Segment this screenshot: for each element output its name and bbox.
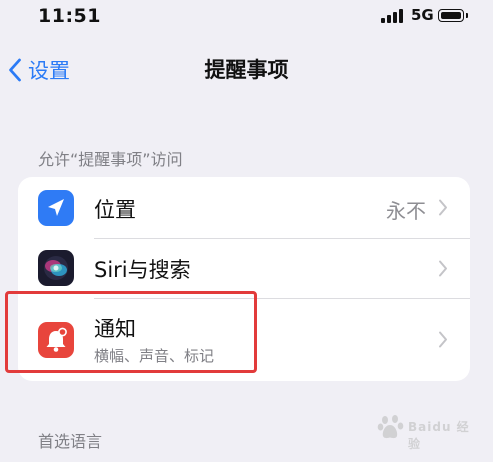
chevron-right-icon [439,260,447,277]
back-button-label: 设置 [28,59,70,83]
section-header-preferred-language: 首选语言 [38,432,103,451]
watermark-text: Baidu 经验 [408,420,470,451]
chevron-right-icon [439,331,447,348]
network-type: 5G [411,6,434,24]
status-bar: 11:51 5G [0,0,493,36]
location-arrow-icon [38,190,74,226]
row-notifications-label: 通知 [94,317,136,341]
chevron-right-icon [439,199,447,216]
navigation-bar: 提醒事项 设置 [0,42,493,98]
battery-cap [466,13,468,18]
row-siri-search-label: Siri与搜索 [94,258,191,282]
siri-icon [38,250,74,286]
baidu-watermark: Baidu 经验 [376,412,476,451]
chevron-left-icon [9,58,21,82]
page-title: 提醒事项 [204,58,289,82]
row-location[interactable]: 位置 永不 [18,177,470,238]
settings-group-access: 位置 永不 Siri与搜索 通知 横幅、声音、标记 [18,177,470,381]
battery-icon [438,9,464,22]
row-location-label: 位置 [94,198,136,222]
status-time: 11:51 [38,5,101,27]
baidu-paw-icon [377,415,404,439]
row-notifications-sublabel: 横幅、声音、标记 [94,347,215,365]
back-button[interactable]: 设置 [8,42,70,98]
row-notifications[interactable]: 通知 横幅、声音、标记 [18,299,470,381]
section-header-access: 允许“提醒事项”访问 [38,150,183,169]
row-siri-search[interactable]: Siri与搜索 [18,239,470,298]
row-location-value: 永不 [386,199,426,223]
notification-bell-icon [38,322,74,358]
cellular-signal-icon [381,9,407,23]
